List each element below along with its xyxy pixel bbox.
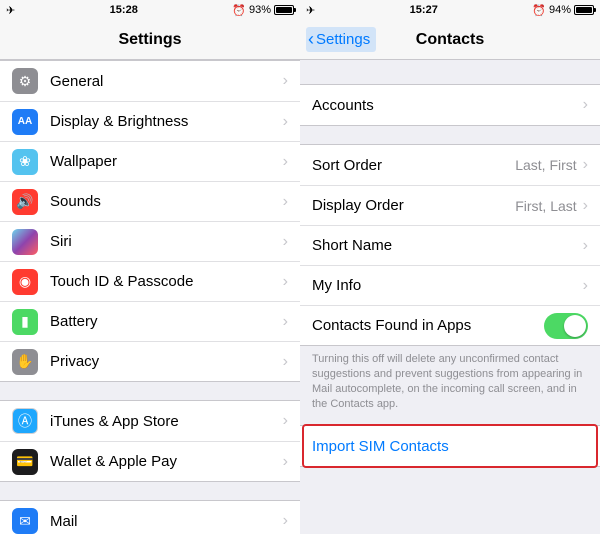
row-detail: Last, First	[515, 157, 576, 173]
row-label: Battery	[50, 313, 283, 330]
row-foundinapps[interactable]: Contacts Found in Apps	[300, 305, 600, 345]
battery-icon	[274, 5, 294, 15]
row-label: Sounds	[50, 193, 283, 210]
airplane-icon: ✈	[306, 4, 315, 17]
sounds-icon: 🔊	[12, 189, 38, 215]
airplane-icon: ✈	[6, 4, 15, 17]
contacts-group-import: Import SIM Contacts	[300, 425, 600, 467]
status-time: 15:27	[410, 4, 438, 16]
battery-pct: 94%	[549, 4, 571, 16]
row-label: Touch ID & Passcode	[50, 273, 283, 290]
chevron-right-icon: ›	[283, 412, 288, 430]
row-mail[interactable]: ✉ Mail›	[0, 501, 300, 534]
chevron-right-icon: ›	[283, 512, 288, 530]
nav-title: Settings	[118, 31, 181, 49]
row-privacy[interactable]: ✋ Privacy›	[0, 341, 300, 381]
status-bar: ✈ 15:28 ⏰ 93%	[0, 0, 300, 20]
touchid-icon: ◉	[12, 269, 38, 295]
settings-list[interactable]: ⚙General›AADisplay & Brightness›❀Wallpap…	[0, 60, 300, 534]
chevron-right-icon: ›	[283, 113, 288, 131]
row-shortname[interactable]: Short Name›	[300, 225, 600, 265]
row-sounds[interactable]: 🔊 Sounds›	[0, 181, 300, 221]
back-button[interactable]: ‹ Settings	[306, 27, 376, 52]
contacts-group-accounts: Accounts›	[300, 84, 600, 126]
row-general[interactable]: ⚙ General›	[0, 61, 300, 101]
status-time: 15:28	[110, 4, 138, 16]
chevron-right-icon: ›	[583, 156, 588, 174]
row-label: Siri	[50, 233, 283, 250]
wallpaper-icon: ❀	[12, 149, 38, 175]
row-label: Display Order	[312, 197, 515, 214]
row-itunes[interactable]: ⒶiTunes & App Store›	[0, 401, 300, 441]
row-label: Wallet & Apple Pay	[50, 453, 283, 470]
wallet-icon: 💳	[12, 449, 38, 475]
row-label: Sort Order	[312, 157, 515, 174]
chevron-right-icon: ›	[283, 313, 288, 331]
row-display[interactable]: AA Display & Brightness›	[0, 101, 300, 141]
nav-bar: ‹ Settings Contacts	[300, 20, 600, 60]
nav-bar: Settings	[0, 20, 300, 60]
footer-note: Turning this off will delete any unconfi…	[300, 346, 600, 419]
chevron-right-icon: ›	[583, 197, 588, 215]
row-label: Contacts Found in Apps	[312, 317, 544, 334]
left-phone: ✈ 15:28 ⏰ 93% Settings ⚙General›AADispla…	[0, 0, 300, 534]
settings-group-2: ⒶiTunes & App Store›💳Wallet & Apple Pay›	[0, 400, 300, 482]
row-label: General	[50, 73, 283, 90]
display-icon: AA	[12, 109, 38, 135]
siri-icon	[12, 229, 38, 255]
chevron-right-icon: ›	[583, 277, 588, 295]
chevron-right-icon: ›	[283, 273, 288, 291]
chevron-right-icon: ›	[283, 233, 288, 251]
row-label: Display & Brightness	[50, 113, 283, 130]
alarm-icon: ⏰	[532, 4, 546, 17]
row-sortorder[interactable]: Sort OrderLast, First ›	[300, 145, 600, 185]
row-label: iTunes & App Store	[50, 413, 283, 430]
settings-group-1: ⚙General›AADisplay & Brightness›❀Wallpap…	[0, 60, 300, 382]
chevron-right-icon: ›	[283, 453, 288, 471]
row-label: Accounts	[312, 97, 583, 114]
row-importsim[interactable]: Import SIM Contacts	[300, 426, 600, 466]
nav-title: Contacts	[416, 31, 484, 49]
row-touchid[interactable]: ◉ Touch ID & Passcode›	[0, 261, 300, 301]
row-siri[interactable]: Siri›	[0, 221, 300, 261]
row-label: Mail	[50, 513, 283, 530]
mail-icon: ✉	[12, 508, 38, 534]
right-phone: ✈ 15:27 ⏰ 94% ‹ Settings Contacts Accoun…	[300, 0, 600, 534]
contacts-list[interactable]: Accounts› Sort OrderLast, First›Display …	[300, 60, 600, 534]
chevron-right-icon: ›	[283, 353, 288, 371]
row-label: Import SIM Contacts	[312, 438, 588, 455]
row-displayorder[interactable]: Display OrderFirst, Last ›	[300, 185, 600, 225]
row-label: Privacy	[50, 353, 283, 370]
chevron-right-icon: ›	[283, 193, 288, 211]
row-myinfo[interactable]: My Info›	[300, 265, 600, 305]
row-wallpaper[interactable]: ❀ Wallpaper›	[0, 141, 300, 181]
alarm-icon: ⏰	[232, 4, 246, 17]
privacy-icon: ✋	[12, 349, 38, 375]
row-battery[interactable]: ▮ Battery›	[0, 301, 300, 341]
chevron-right-icon: ›	[583, 96, 588, 114]
battery-icon: ▮	[12, 309, 38, 335]
itunes-icon: Ⓐ	[12, 408, 38, 434]
row-label: Wallpaper	[50, 153, 283, 170]
status-bar: ✈ 15:27 ⏰ 94%	[300, 0, 600, 20]
chevron-right-icon: ›	[283, 153, 288, 171]
settings-group-3: ✉Mail›👤Contacts›●Calendar›	[0, 500, 300, 534]
contacts-group-prefs: Sort OrderLast, First›Display OrderFirst…	[300, 144, 600, 346]
toggle-switch[interactable]	[544, 313, 588, 339]
back-label: Settings	[316, 31, 370, 48]
battery-pct: 93%	[249, 4, 271, 16]
row-label: Short Name	[312, 237, 583, 254]
chevron-left-icon: ‹	[308, 29, 314, 50]
chevron-right-icon: ›	[283, 72, 288, 90]
general-icon: ⚙	[12, 68, 38, 94]
battery-icon	[574, 5, 594, 15]
row-detail: First, Last	[515, 198, 576, 214]
row-wallet[interactable]: 💳 Wallet & Apple Pay›	[0, 441, 300, 481]
row-label: My Info	[312, 277, 583, 294]
chevron-right-icon: ›	[583, 237, 588, 255]
row-accounts[interactable]: Accounts›	[300, 85, 600, 125]
